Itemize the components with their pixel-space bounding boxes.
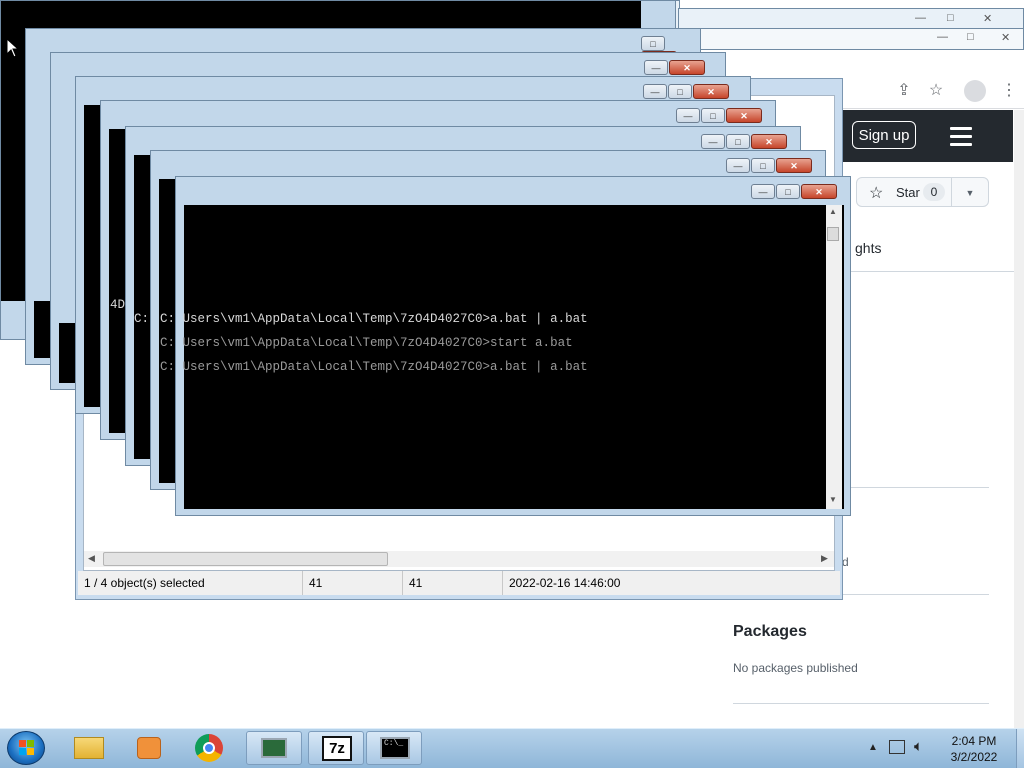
clock-time: 2:04 PM [951, 734, 997, 748]
clock[interactable]: 2:04 PM 3/2/2022 [938, 733, 1010, 765]
status-packed-size: 41 [402, 571, 502, 595]
maximize-icon[interactable]: □ [641, 36, 665, 51]
taskbar-chrome[interactable] [182, 731, 238, 765]
page-scrollbar[interactable] [1014, 110, 1024, 728]
console-output [184, 205, 844, 509]
stacked-window-frame: — □ ✕ [700, 28, 1024, 50]
windows-logo-icon-part [27, 740, 34, 747]
maximize-icon[interactable]: □ [947, 12, 954, 24]
console-prompt: C: [134, 312, 150, 326]
star-label: Star [896, 185, 920, 200]
folder-icon [74, 737, 104, 759]
signup-button[interactable]: Sign up [852, 121, 916, 149]
horizontal-scroll-thumb[interactable] [103, 552, 388, 566]
close-icon[interactable]: ✕ [983, 12, 992, 25]
maximize-icon[interactable]: □ [967, 31, 974, 43]
windows-logo-icon-part [27, 748, 34, 755]
console-scrollbar[interactable]: ▲ ▼ [826, 205, 842, 509]
chrome-icon [195, 734, 223, 762]
show-hidden-icons-icon[interactable]: ▲ [868, 742, 878, 753]
console-line: C: Users\vm1\AppData\Local\Temp\7zO4D402… [160, 312, 588, 326]
scroll-left-icon[interactable]: ◀ [88, 553, 95, 564]
close-icon[interactable]: ✕ [1001, 31, 1010, 44]
chrome-icon-center [203, 742, 215, 754]
star-icon: ☆ [869, 185, 884, 202]
more-menu-icon[interactable]: ⋮ [998, 80, 1020, 102]
maximize-icon[interactable]: □ [776, 184, 800, 199]
divider [733, 703, 989, 704]
minimize-icon[interactable]: — [643, 84, 667, 99]
taskbar-media-player[interactable] [122, 731, 178, 765]
maximize-icon[interactable]: □ [726, 134, 750, 149]
close-button[interactable]: ✕ [801, 184, 837, 199]
windows-logo-icon-part [19, 748, 26, 755]
minimize-icon[interactable]: — [676, 108, 700, 123]
status-bar: 1 / 4 object(s) selected 41 41 2022-02-1… [78, 571, 840, 595]
console-side-text: 4D [110, 298, 126, 312]
show-desktop-button[interactable] [1016, 729, 1024, 768]
share-icon[interactable]: ⇪ [893, 80, 915, 102]
scroll-down-icon[interactable]: ▼ [829, 495, 837, 504]
console-scroll-thumb[interactable] [827, 227, 839, 241]
maximize-icon[interactable]: □ [751, 158, 775, 173]
minimize-icon[interactable]: — [751, 184, 775, 199]
packages-heading[interactable]: Packages [733, 623, 807, 641]
status-size: 41 [302, 571, 402, 595]
task-manager-icon [261, 738, 287, 758]
mouse-pointer-icon [6, 38, 20, 58]
scroll-up-icon[interactable]: ▲ [829, 207, 837, 216]
clock-date: 3/2/2022 [950, 750, 998, 764]
close-button[interactable]: ✕ [726, 108, 762, 123]
status-modified: 2022-02-16 14:46:00 [502, 571, 702, 595]
console-line: C: Users\vm1\AppData\Local\Temp\7zO4D402… [160, 336, 573, 350]
minimize-icon[interactable]: — [701, 134, 725, 149]
close-button[interactable]: ✕ [751, 134, 787, 149]
taskbar-task-manager[interactable] [246, 731, 302, 765]
taskbar-explorer[interactable] [62, 731, 118, 765]
minimize-icon[interactable]: — [644, 60, 668, 75]
minimize-icon[interactable]: — [726, 158, 750, 173]
maximize-icon[interactable]: □ [668, 84, 692, 99]
partial-text: d [842, 555, 849, 569]
star-count: 0 [923, 183, 945, 201]
windows-logo-icon [19, 740, 26, 747]
status-selected: 1 / 4 object(s) selected [84, 576, 205, 590]
taskbar-cmd[interactable]: C:\_ [366, 731, 422, 765]
minimize-icon[interactable]: — [915, 12, 926, 24]
network-icon[interactable] [889, 740, 905, 754]
console-line: C: Users\vm1\AppData\Local\Temp\7zO4D402… [160, 360, 588, 374]
close-button[interactable]: ✕ [693, 84, 729, 99]
packages-empty-text: No packages published [733, 661, 858, 675]
minimize-icon[interactable]: — [937, 31, 948, 43]
divider [840, 487, 989, 488]
close-button[interactable]: ✕ [669, 60, 705, 75]
triangle-down-icon: ▼ [965, 188, 975, 198]
divider [838, 271, 1014, 272]
star-dropdown-button[interactable]: ▼ [951, 177, 989, 207]
maximize-icon[interactable]: □ [701, 108, 725, 123]
volume-icon[interactable]: 🔈︎ [914, 738, 923, 755]
close-button[interactable]: ✕ [776, 158, 812, 173]
cmd-icon: C:\_ [380, 737, 410, 759]
7zip-icon: 7z [322, 736, 352, 761]
scroll-right-icon[interactable]: ▶ [821, 553, 828, 564]
media-player-icon [137, 737, 161, 759]
bookmark-star-icon[interactable]: ☆ [925, 80, 947, 102]
insights-tab-label[interactable]: ghts [855, 240, 881, 256]
start-button[interactable] [7, 731, 45, 765]
hamburger-menu-icon[interactable] [950, 127, 972, 151]
taskbar-7zip[interactable]: 7z [308, 731, 364, 765]
profile-avatar[interactable] [964, 80, 986, 102]
star-button[interactable]: ☆ Star 0 [856, 177, 952, 207]
